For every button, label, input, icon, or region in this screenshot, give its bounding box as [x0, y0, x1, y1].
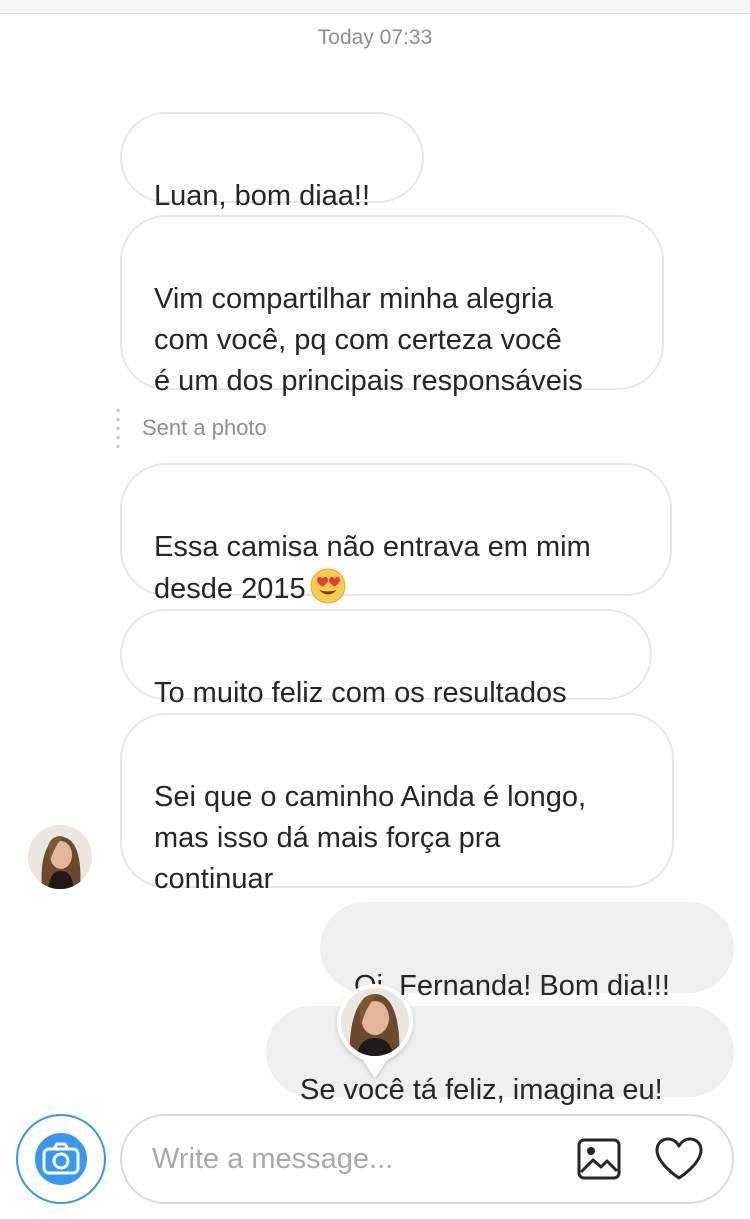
sent-photo-notice[interactable]: Sent a photo [116, 404, 267, 452]
image-icon [577, 1138, 621, 1180]
message-bubble-incoming[interactable]: Sei que o caminho Ainda é longo, mas iss… [120, 713, 674, 895]
message-bubble-outgoing[interactable]: Oi, Fernanda! Bom dia!!! [320, 902, 734, 1002]
gallery-button[interactable] [576, 1136, 622, 1182]
message-text: Luan, bom diaa!! [154, 180, 371, 212]
message-bubble-incoming[interactable]: Essa camisa não entrava em mim desde 201… [120, 463, 672, 605]
message-composer[interactable] [120, 1114, 734, 1204]
message-bubble-incoming[interactable]: Vim compartilhar minha alegria com você,… [120, 215, 664, 397]
sent-photo-label: Sent a photo [142, 415, 267, 440]
message-bubble-incoming[interactable]: Luan, bom diaa!! [120, 112, 424, 212]
heart-eyes-emoji-icon [310, 568, 346, 604]
message-input[interactable] [152, 1116, 552, 1202]
message-text: Sei que o caminho Ainda é longo, mas iss… [154, 781, 587, 895]
thread-dots [116, 406, 120, 450]
seen-by-avatar-marker [337, 984, 413, 1078]
message-text: Vim compartilhar minha alegria com você,… [154, 283, 583, 397]
heart-icon [655, 1137, 703, 1180]
contact-avatar-image [28, 825, 92, 889]
message-text: To muito feliz com os resultados [154, 677, 567, 709]
message-text: Essa camisa não entrava em mim desde 201… [154, 531, 591, 605]
header-divider [0, 0, 750, 14]
contact-avatar[interactable] [28, 825, 92, 889]
message-bubble-incoming[interactable]: To muito feliz com os resultados [120, 609, 652, 709]
camera-icon [35, 1133, 87, 1185]
conversation-timestamp: Today 07:33 [317, 26, 433, 49]
camera-button[interactable] [16, 1114, 106, 1204]
like-button[interactable] [654, 1136, 704, 1182]
